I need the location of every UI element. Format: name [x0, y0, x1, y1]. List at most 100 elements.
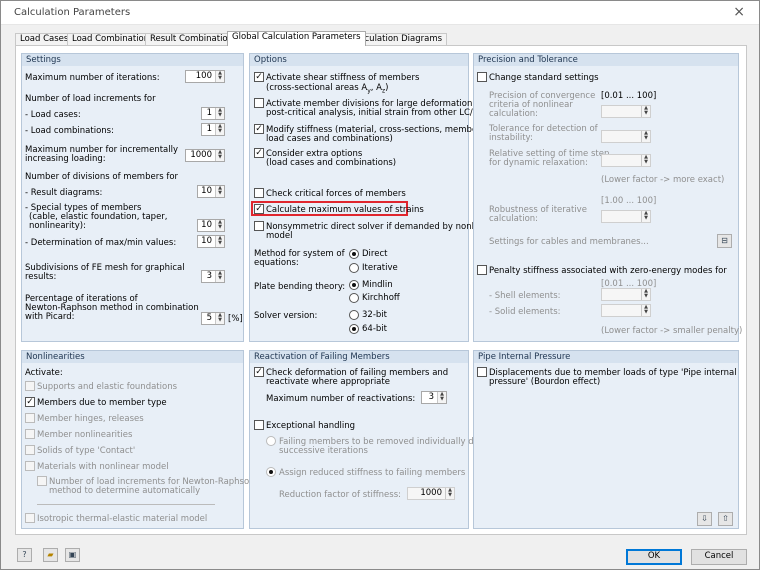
newton-raphson-checkbox[interactable] [37, 476, 47, 486]
max-reactivations-input[interactable]: 3 ▲ ▼ [421, 391, 447, 404]
export-settings-button[interactable]: ⇧ [718, 512, 733, 526]
penalty-stiffness-label: Penalty stiffness associated with zero-e… [489, 266, 727, 276]
load-combinations-label: - Load combinations: [25, 126, 114, 136]
extra-options-label-2: (load cases and combinations) [266, 158, 397, 168]
materials-nonlin-checkbox[interactable] [25, 461, 35, 471]
kirchhoff-radio[interactable] [349, 293, 359, 303]
change-settings-label: Change standard settings [489, 73, 599, 83]
bourdon-checkbox[interactable] [477, 367, 487, 377]
help-icon: ? [22, 550, 27, 559]
shell-elements-input[interactable]: ▲ ▼ [601, 288, 651, 301]
solid-elements-input[interactable]: ▲ ▼ [601, 304, 651, 317]
isotropic-checkbox[interactable] [25, 513, 35, 523]
supports-label: Supports and elastic foundations [37, 382, 178, 392]
64bit-radio[interactable] [349, 324, 359, 334]
method-label-2: equations: [254, 258, 299, 268]
max-iterations-label: Maximum number of iterations: [25, 73, 160, 83]
critical-forces-checkbox[interactable] [254, 188, 264, 198]
solids-contact-checkbox[interactable] [25, 445, 35, 455]
ok-button[interactable]: OK [626, 549, 682, 565]
max-increments-input[interactable]: 1000 ▲ ▼ [185, 149, 225, 162]
check-deformation-checkbox[interactable]: ✓ [254, 367, 264, 377]
robustness-input[interactable]: ▲ ▼ [601, 210, 651, 223]
time-step-label-2: for dynamic relaxation: [489, 158, 588, 168]
plate-bending-label: Plate bending theory: [254, 282, 346, 292]
max-incr-label-2: increasing loading: [25, 154, 106, 164]
hinges-label: Member hinges, releases [37, 414, 144, 424]
save-icon: ▣ [68, 550, 77, 559]
load-combinations-input[interactable]: 1 ▲ ▼ [201, 123, 225, 136]
smaller-penalty-hint: (Lower factor -> smaller penalty) [601, 326, 743, 336]
convergence-input[interactable]: ▲ ▼ [601, 105, 651, 118]
load-increments-label: Number of load increments for [25, 94, 156, 104]
penalty-stiffness-checkbox[interactable] [477, 265, 487, 275]
help-button[interactable]: ? [17, 548, 32, 562]
member-nonlin-label: Member nonlinearities [37, 430, 133, 440]
open-folder-button[interactable]: ▰ [43, 548, 58, 562]
modify-stiffness-label-2: load cases and combinations) [266, 134, 393, 144]
bourdon-label-2: pressure' (Bourdon effect) [489, 377, 601, 387]
settings-title: Settings [22, 54, 243, 66]
more-exact-hint: (Lower factor -> more exact) [601, 175, 725, 185]
shear-stiffness-label-1: Activate shear stiffness of members [266, 73, 420, 83]
nonsymmetric-solver-checkbox[interactable] [254, 221, 264, 231]
percentage-input[interactable]: 5 ▲ ▼ [201, 312, 225, 325]
max-iterations-input[interactable]: 100 ▲ ▼ [185, 70, 225, 83]
materials-nonlin-label: Materials with nonlinear model [37, 462, 169, 472]
exceptional-handling-checkbox[interactable] [254, 420, 264, 430]
nonsymmetric-solver-label-2: model [266, 231, 293, 241]
shear-stiffness-label-2: (cross-sectional areas Ay, Az) [266, 83, 389, 95]
hinges-checkbox[interactable] [25, 413, 35, 423]
special-members-input[interactable]: 10 ▲ ▼ [197, 219, 225, 232]
tolerance-label-2: instability: [489, 133, 533, 143]
cables-settings-button[interactable]: ⊟ [717, 234, 732, 248]
nonlinearities-title: Nonlinearities [22, 351, 243, 363]
percentage-label-3: with Picard: [25, 312, 75, 322]
time-step-input[interactable]: ▲ ▼ [601, 154, 651, 167]
options-panel: Options ✓ Activate shear stiffness of me… [249, 53, 496, 342]
percent-unit: [%] [228, 314, 243, 324]
load-cases-input[interactable]: 1 ▲ ▼ [201, 107, 225, 120]
reduction-factor-input[interactable]: 1000 ▲ ▼ [407, 487, 455, 500]
extra-options-checkbox[interactable]: ✓ [254, 148, 264, 158]
member-divisions-checkbox[interactable] [254, 98, 264, 108]
settings-panel: Settings Maximum number of iterations: 1… [21, 53, 244, 342]
max-min-input[interactable]: 10 ▲ ▼ [197, 235, 225, 248]
nonlinearities-panel: Nonlinearities Activate: Supports and el… [21, 350, 255, 529]
change-settings-checkbox[interactable] [477, 72, 487, 82]
result-diagrams-input[interactable]: 10 ▲ ▼ [197, 185, 225, 198]
window-title: Calculation Parameters [14, 7, 131, 18]
robustness-label-2: calculation: [489, 214, 539, 224]
tolerance-input[interactable]: ▲ ▼ [601, 130, 651, 143]
remove-individually-radio[interactable] [266, 436, 276, 446]
members-type-label: Members due to member type [37, 398, 167, 408]
mindlin-radio[interactable] [349, 280, 359, 290]
pipe-pressure-panel: Pipe Internal Pressure Displacements due… [473, 350, 739, 529]
32bit-radio[interactable] [349, 310, 359, 320]
solids-contact-label: Solids of type 'Contact' [37, 446, 136, 456]
shear-stiffness-checkbox[interactable]: ✓ [254, 72, 264, 82]
close-icon[interactable]: × [733, 4, 745, 20]
import-settings-button[interactable]: ⇩ [697, 512, 712, 526]
modify-stiffness-checkbox[interactable]: ✓ [254, 124, 264, 134]
member-nonlin-checkbox[interactable] [25, 429, 35, 439]
members-type-checkbox[interactable]: ✓ [25, 397, 35, 407]
cancel-button[interactable]: Cancel [691, 549, 747, 565]
convergence-label-3: calculation: [489, 109, 539, 119]
folder-icon: ▰ [47, 550, 54, 559]
reduction-factor-label: Reduction factor of stiffness: [279, 490, 402, 500]
max-strains-checkbox[interactable]: ✓ [254, 204, 264, 214]
save-button[interactable]: ▣ [65, 548, 80, 562]
divisions-label: Number of divisions of members for [25, 172, 179, 182]
iterative-radio[interactable] [349, 263, 359, 273]
options-title: Options [250, 54, 468, 66]
reduced-stiffness-radio[interactable] [266, 467, 276, 477]
solver-version-label: Solver version: [254, 311, 318, 321]
tab-load-cases[interactable]: Load Cases [15, 33, 74, 45]
direct-radio[interactable] [349, 249, 359, 259]
tab-global-calculation-parameters[interactable]: Global Calculation Parameters [227, 31, 366, 46]
fe-mesh-input[interactable]: 3 ▲ ▼ [201, 270, 225, 283]
32bit-label: 32-bit [362, 310, 387, 320]
result-diagrams-label: - Result diagrams: [25, 188, 103, 198]
supports-checkbox[interactable] [25, 381, 35, 391]
